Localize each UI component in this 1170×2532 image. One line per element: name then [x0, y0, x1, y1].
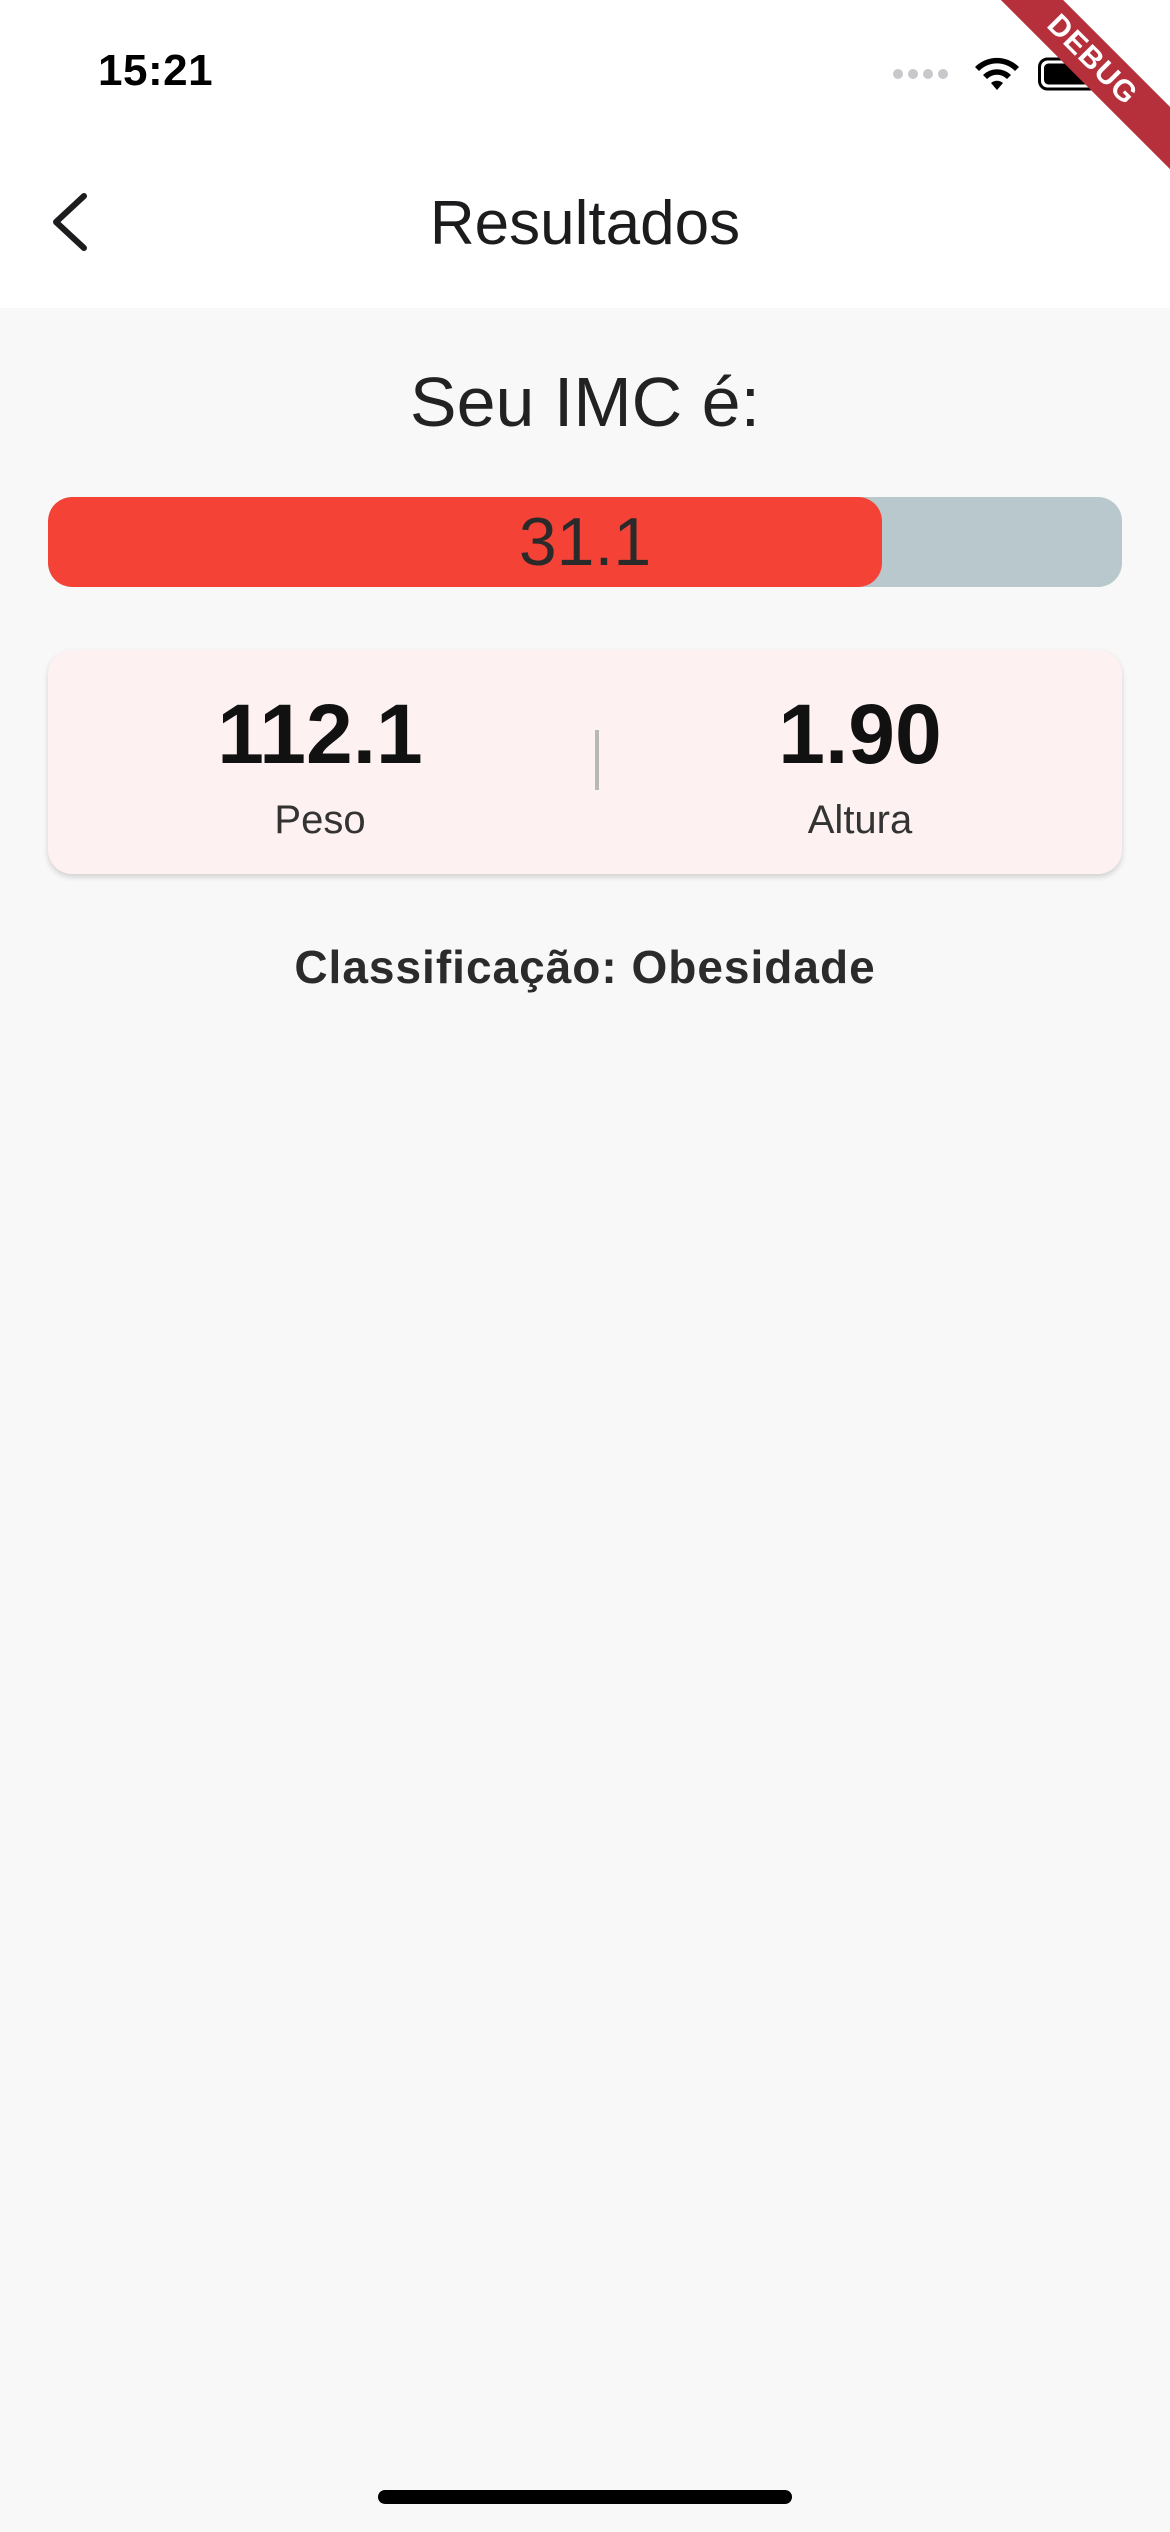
- bmi-heading: Seu IMC é:: [409, 363, 761, 441]
- weight-label: Peso: [274, 798, 366, 842]
- weight-block: 112.1 Peso: [120, 686, 520, 843]
- page-title: Resultados: [429, 189, 741, 258]
- app-bar: Resultados: [0, 140, 1170, 308]
- height-value: 1.90: [778, 687, 942, 781]
- status-time: 15:21: [98, 46, 214, 95]
- classification-text: Classificação: Obesidade: [294, 941, 876, 993]
- height-label: Altura: [807, 798, 913, 842]
- status-icons: [893, 52, 1108, 96]
- wifi-icon: [975, 57, 1019, 90]
- divider: [595, 730, 599, 790]
- weight-value: 112.1: [217, 687, 423, 781]
- home-indicator[interactable]: [378, 2490, 792, 2504]
- height-block: 1.90 Altura: [660, 686, 1060, 843]
- info-card: 112.1 Peso 1.90 Altura: [48, 650, 1122, 874]
- bmi-value: 31.1: [518, 504, 652, 580]
- signal-icon: [893, 69, 948, 79]
- status-bar: 15:21: [0, 0, 1170, 140]
- bmi-progress-bar: 31.1: [48, 497, 1122, 587]
- battery-icon: [1038, 57, 1106, 91]
